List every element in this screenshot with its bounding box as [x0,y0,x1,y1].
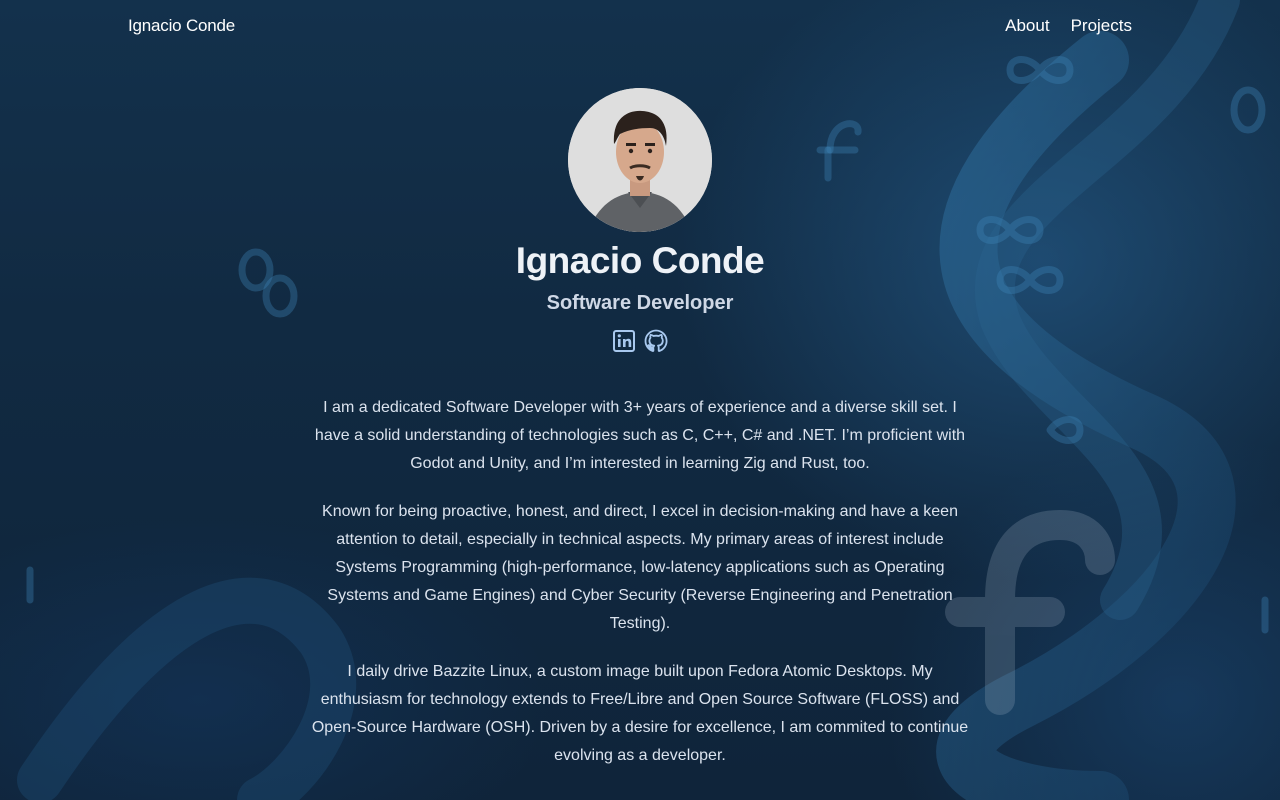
bio-paragraph: I am a dedicated Software Developer with… [314,399,966,472]
profile-role: Software Developer [546,292,734,314]
social-links [0,329,1280,353]
avatar-portrait-image [568,88,712,232]
profile-name: Ignacio Conde [515,240,765,281]
nav-link-projects[interactable]: Projects [1071,16,1132,36]
bio-section: I am a dedicated Software Developer with… [310,394,970,790]
bio-paragraph: I daily drive Bazzite Linux, a custom im… [311,663,969,764]
brand-link[interactable]: Ignacio Conde [128,16,235,36]
github-icon [644,329,668,352]
nav-link-about[interactable]: About [1005,16,1049,36]
avatar [568,88,712,232]
profile-header: Ignacio Conde Software Developer [0,88,1280,353]
nav-links: About Projects [1005,16,1132,36]
linkedin-icon [613,330,635,352]
bio-paragraph: Known for being proactive, honest, and d… [322,503,958,632]
github-link[interactable] [644,329,668,353]
top-navbar: Ignacio Conde About Projects [0,0,1280,54]
linkedin-link[interactable] [612,329,636,353]
